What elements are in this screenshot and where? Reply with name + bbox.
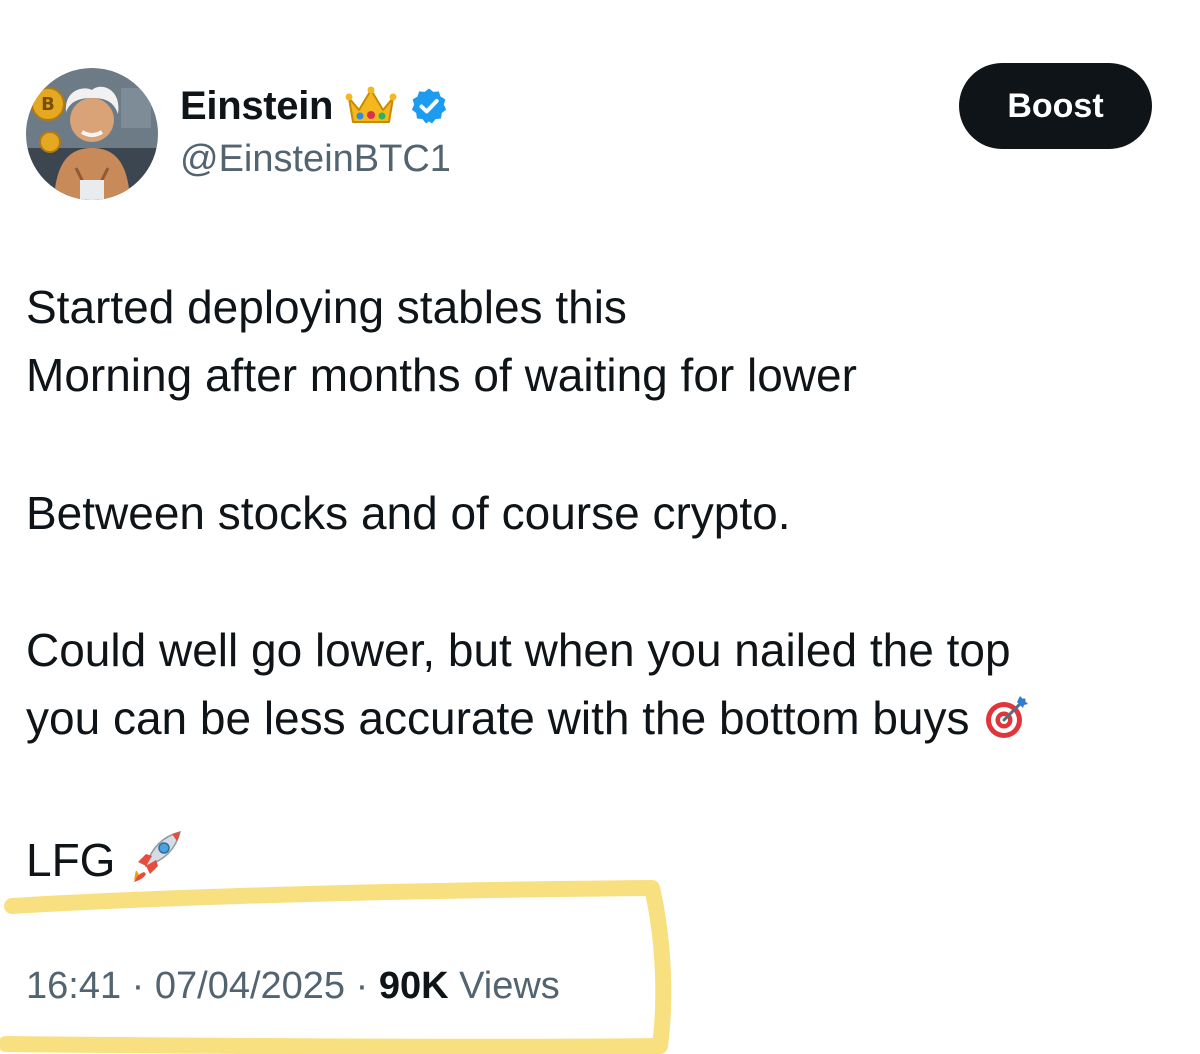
- tweet-text-line-6-text: LFG: [26, 834, 116, 886]
- meta-separator: ·: [131, 965, 145, 1007]
- direct-hit-icon: [982, 692, 1032, 744]
- display-name[interactable]: Einstein: [180, 84, 333, 129]
- views-count[interactable]: 90K: [379, 965, 449, 1007]
- tweet-text-line-5: you can be less accurate with the bottom…: [26, 690, 1032, 746]
- verified-badge-icon[interactable]: [409, 86, 449, 126]
- boost-button[interactable]: Boost: [959, 63, 1152, 149]
- crown-icon: [345, 84, 397, 128]
- rocket-icon: [128, 830, 184, 886]
- tweet-date[interactable]: 07/04/2025: [155, 965, 345, 1007]
- tweet-text-line-1: Started deploying stables this: [26, 281, 627, 333]
- views-label: Views: [459, 965, 560, 1007]
- tweet-meta: 16:41 · 07/04/2025 · 90K Views: [26, 962, 560, 1010]
- meta-separator-2: ·: [355, 965, 369, 1007]
- avatar[interactable]: B: [26, 68, 158, 200]
- handle[interactable]: @EinsteinBTC1: [180, 138, 451, 181]
- svg-text:B: B: [41, 94, 55, 115]
- tweet-text-line-5-text: you can be less accurate with the bottom…: [26, 692, 970, 744]
- tweet-text-line-6: LFG: [26, 828, 184, 888]
- tweet-time[interactable]: 16:41: [26, 965, 121, 1007]
- display-name-row: Einstein: [180, 80, 449, 132]
- tweet-text-line-3: Between stocks and of course crypto.: [26, 487, 791, 539]
- tweet-text-line-4: Could well go lower, but when you nailed…: [26, 624, 1011, 676]
- tweet-text-line-2: Morning after months of waiting for lowe…: [26, 349, 857, 401]
